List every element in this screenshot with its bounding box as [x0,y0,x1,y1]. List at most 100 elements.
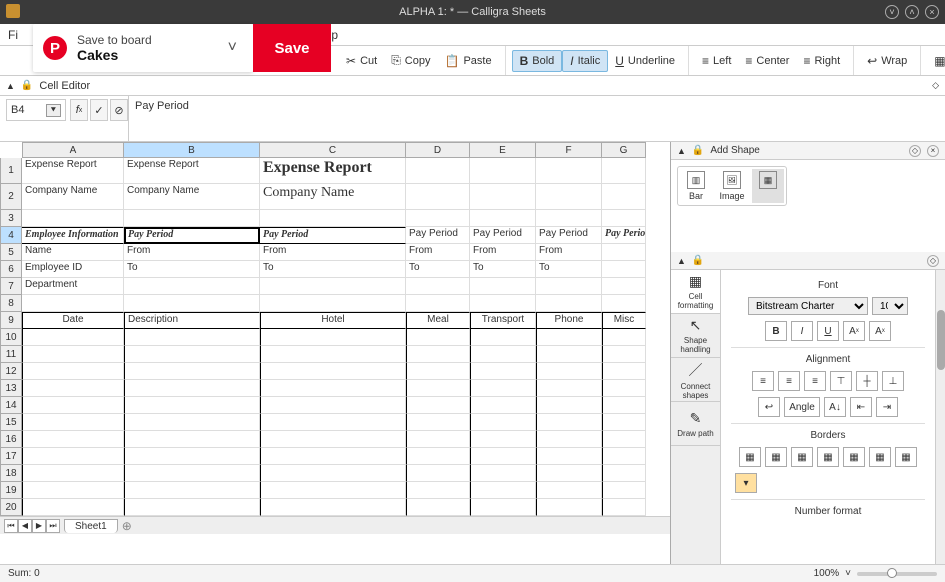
cut-button[interactable]: ✂Cut [339,51,384,71]
border-1[interactable]: ▦ [739,447,761,467]
cell[interactable] [124,414,260,431]
cell[interactable] [260,346,406,363]
col-E[interactable]: E [470,142,536,158]
panel-diamond-icon[interactable]: ◇ [927,255,939,267]
prev-sheet-button[interactable]: ◀ [18,519,32,533]
cell[interactable]: Company Name [22,184,124,210]
cell[interactable] [260,448,406,465]
cell[interactable]: Description [124,312,260,329]
align-center-toggle[interactable]: ≡ [778,371,800,391]
menu-file-partial[interactable]: Fi [8,28,18,42]
zoom-dropdown-icon[interactable]: ˅ [845,568,851,579]
cell[interactable] [124,278,260,295]
cell[interactable] [536,414,602,431]
vertical-text-toggle[interactable]: A↓ [824,397,846,417]
cell[interactable] [406,295,470,312]
cell[interactable] [536,278,602,295]
align-center-button[interactable]: ≡Center [738,51,796,71]
cell[interactable] [536,346,602,363]
cell[interactable] [124,431,260,448]
cell[interactable]: Department [22,278,124,295]
cell[interactable] [22,329,124,346]
add-sheet-button[interactable]: ⊕ [122,519,132,533]
cell[interactable] [536,184,602,210]
cell[interactable] [602,397,646,414]
minimize-button[interactable]: ˅ [885,5,899,19]
fill-color-button[interactable]: ▾ [735,473,757,493]
cell[interactable] [406,499,470,516]
function-button[interactable]: fx [70,99,88,121]
cell[interactable] [406,397,470,414]
cell[interactable] [602,244,646,261]
cell[interactable] [602,363,646,380]
cell[interactable] [602,448,646,465]
border-5[interactable]: ▦ [843,447,865,467]
italic-button[interactable]: IItalic [562,50,608,72]
cell[interactable]: From [406,244,470,261]
italic-toggle[interactable]: I [791,321,813,341]
cell[interactable] [260,414,406,431]
row-1[interactable]: 1 [0,158,22,184]
cell[interactable] [602,261,646,278]
cell[interactable]: Pay Period [406,227,470,244]
cell[interactable] [124,380,260,397]
cell[interactable] [22,210,124,227]
cell[interactable] [22,465,124,482]
row-15[interactable]: 15 [0,414,22,431]
cell[interactable] [406,210,470,227]
cell[interactable] [406,482,470,499]
angle-button[interactable]: Angle [784,397,820,417]
cell[interactable]: From [260,244,406,261]
sheet-tab[interactable]: Sheet1 [64,519,118,533]
formula-text[interactable]: Pay Period [128,96,945,141]
cell[interactable] [602,295,646,312]
row-12[interactable]: 12 [0,363,22,380]
cell[interactable]: Expense Report [22,158,124,184]
align-bottom-toggle[interactable]: ⊥ [882,371,904,391]
cell[interactable]: Expense Report [260,158,406,184]
cell[interactable] [602,414,646,431]
row-2[interactable]: 2 [0,184,22,210]
copy-button[interactable]: ⎘Copy [384,50,437,71]
bold-toggle[interactable]: B [765,321,787,341]
border-2[interactable]: ▦ [765,447,787,467]
cell[interactable] [22,499,124,516]
align-right-button[interactable]: ≡Right [796,51,847,71]
format-button[interactable]: ▦Format [927,51,945,71]
cell[interactable] [602,329,646,346]
cell[interactable]: Employee ID [22,261,124,278]
last-sheet-button[interactable]: ⏭ [46,519,60,533]
col-D[interactable]: D [406,142,470,158]
cell[interactable]: Meal [406,312,470,329]
cell[interactable] [260,295,406,312]
cell[interactable] [406,431,470,448]
cell[interactable]: Transport [470,312,536,329]
cell[interactable] [470,414,536,431]
cell[interactable] [470,295,536,312]
cell[interactable]: Company Name [260,184,406,210]
cell[interactable] [406,278,470,295]
col-G[interactable]: G [602,142,646,158]
cell[interactable] [406,158,470,184]
cell[interactable]: Date [22,312,124,329]
cell[interactable] [602,499,646,516]
cell[interactable]: Pay Period [470,227,536,244]
cell[interactable] [470,346,536,363]
cell[interactable] [22,431,124,448]
shape-grid-button[interactable]: ▦ [752,169,784,203]
cell[interactable] [260,329,406,346]
cell[interactable] [124,210,260,227]
cell[interactable] [470,329,536,346]
cell[interactable] [260,380,406,397]
cell[interactable] [470,397,536,414]
cell[interactable] [470,158,536,184]
border-3[interactable]: ▦ [791,447,813,467]
cell[interactable] [260,465,406,482]
zoom-value[interactable]: 100% [814,568,840,579]
cell[interactable]: To [536,261,602,278]
shape-bar-button[interactable]: ▥Bar [680,169,712,203]
accept-button[interactable]: ✓ [90,99,108,121]
cell[interactable] [602,346,646,363]
cell[interactable] [602,431,646,448]
align-left-button[interactable]: ≡Left [695,51,738,71]
